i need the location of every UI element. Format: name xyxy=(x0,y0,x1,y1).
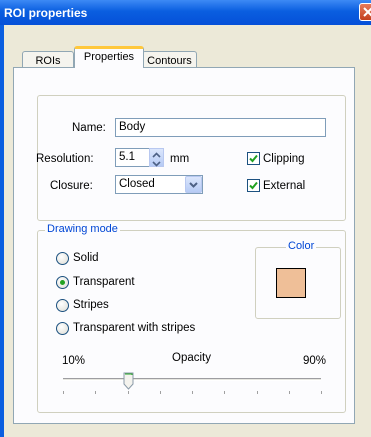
radio-transparent[interactable] xyxy=(56,276,69,289)
opacity-tick xyxy=(127,391,129,394)
radio-transparent-stripes[interactable] xyxy=(56,322,69,335)
radio-selected-dot xyxy=(60,280,65,285)
radio-stripes-label[interactable]: Stripes xyxy=(73,299,109,311)
close-icon xyxy=(363,7,371,17)
resolution-spinner[interactable] xyxy=(149,148,164,167)
opacity-tick xyxy=(224,391,226,394)
tab-contours-label: Contours xyxy=(147,55,192,67)
chevron-down-icon xyxy=(152,161,161,167)
closure-dropdown-button[interactable] xyxy=(185,176,202,193)
radio-transparent-label[interactable]: Transparent xyxy=(73,276,135,288)
window-frame-left xyxy=(0,25,4,437)
opacity-tick xyxy=(159,391,161,394)
chevron-down-icon xyxy=(189,182,198,188)
name-field[interactable]: Body xyxy=(115,118,326,137)
spin-up-button[interactable] xyxy=(150,149,163,158)
clipping-label[interactable]: Clipping xyxy=(263,153,305,165)
name-label: Name: xyxy=(72,122,106,134)
checkmark-icon xyxy=(249,154,258,163)
resolution-input[interactable]: 5.1 xyxy=(115,148,152,167)
resolution-label: Resolution: xyxy=(36,153,94,165)
window-title: ROI properties xyxy=(4,6,88,20)
checkmark-icon xyxy=(249,181,258,190)
opacity-tick xyxy=(95,391,97,394)
opacity-max-label: 90% xyxy=(303,355,327,367)
color-legend: Color xyxy=(286,240,317,252)
opacity-slider-track[interactable] xyxy=(63,378,321,381)
opacity-tick xyxy=(192,391,193,394)
radio-solid-label[interactable]: Solid xyxy=(73,252,99,264)
close-button[interactable] xyxy=(359,3,371,21)
opacity-tick xyxy=(288,391,290,394)
tab-rois-label: ROIs xyxy=(35,55,61,67)
spin-down-button[interactable] xyxy=(150,158,163,167)
clipping-checkbox[interactable] xyxy=(247,152,260,165)
external-checkbox[interactable] xyxy=(247,179,260,192)
radio-transparent-stripes-label[interactable]: Transparent with stripes xyxy=(73,322,195,334)
radio-solid[interactable] xyxy=(56,252,69,265)
opacity-tick xyxy=(321,391,322,394)
drawing-mode-legend: Drawing mode xyxy=(45,223,120,235)
resolution-unit: mm xyxy=(170,153,190,165)
title-bar[interactable]: ROI properties xyxy=(0,0,371,25)
closure-label: Closure: xyxy=(50,180,93,192)
tab-properties[interactable]: Properties xyxy=(74,46,144,68)
radio-stripes[interactable] xyxy=(56,299,69,312)
closure-selected-value: Closed xyxy=(119,178,155,190)
slider-thumb-icon xyxy=(123,372,133,390)
external-label[interactable]: External xyxy=(263,180,305,192)
opacity-label: Opacity xyxy=(172,352,211,364)
color-swatch[interactable] xyxy=(276,268,306,298)
opacity-slider-thumb[interactable] xyxy=(123,372,134,391)
opacity-min-label: 10% xyxy=(62,355,86,367)
opacity-tick xyxy=(256,391,258,394)
tab-properties-label: Properties xyxy=(83,51,135,63)
opacity-tick xyxy=(63,391,64,394)
